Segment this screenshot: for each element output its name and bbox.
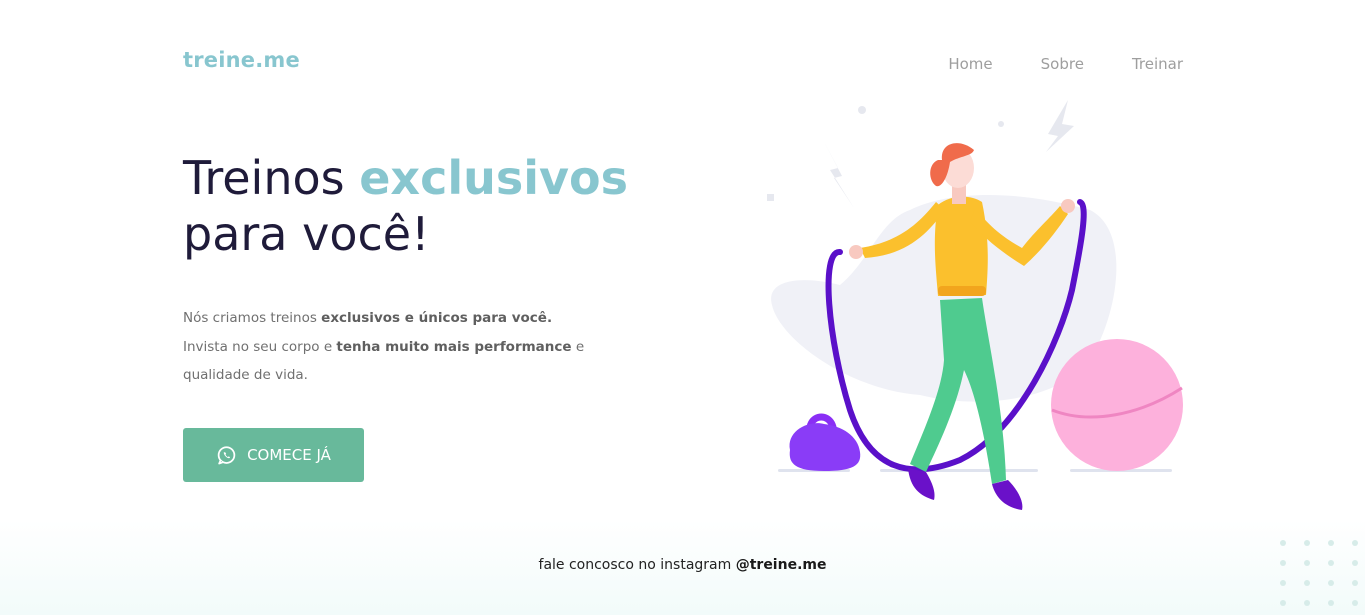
- nav-item-treinar[interactable]: Treinar: [1132, 55, 1183, 73]
- hero-text-p2: Invista no seu corpo e: [183, 338, 337, 355]
- brand-logo[interactable]: treine.me: [183, 48, 300, 72]
- footer-contact: fale concosco no instagram @treine.me: [0, 557, 1365, 573]
- nav-item-home[interactable]: Home: [948, 55, 992, 73]
- hero-title: Treinos exclusivos para você!: [183, 150, 628, 262]
- hero-text-p2-end: e: [571, 338, 585, 355]
- decorative-dots: [1280, 540, 1358, 606]
- start-button-label: COMECE JÁ: [247, 446, 331, 464]
- landing-page: treine.me Home Sobre Treinar Treinos exc…: [0, 0, 1365, 615]
- instagram-handle[interactable]: @treine.me: [736, 557, 827, 573]
- hero-title-accent: exclusivos: [359, 151, 628, 205]
- start-button[interactable]: COMECE JÁ: [183, 428, 364, 482]
- whatsapp-icon: [217, 445, 236, 464]
- lightning-right: [1046, 100, 1074, 152]
- hero-description: Nós criamos treinos exclusivos e únicos …: [183, 304, 603, 390]
- hero-text-p3: qualidade de vida.: [183, 367, 308, 383]
- hero-title-prefix: Treinos: [183, 151, 360, 205]
- jump-rope-illustration: [767, 100, 1183, 510]
- hero-text-p2-bold: tenha muito mais performance: [336, 338, 572, 355]
- top-nav: Home Sobre Treinar: [948, 55, 1183, 73]
- exercise-ball: [1051, 339, 1183, 471]
- lightning-left: [822, 138, 854, 208]
- hero-text-p1: Nós criamos treinos: [183, 310, 322, 326]
- hero-title-line2: para você!: [183, 207, 430, 261]
- footer-text: fale concosco no instagram: [538, 557, 736, 573]
- nav-item-sobre[interactable]: Sobre: [1041, 55, 1084, 73]
- hero-text-p1-bold: exclusivos e únicos para você.: [321, 310, 553, 326]
